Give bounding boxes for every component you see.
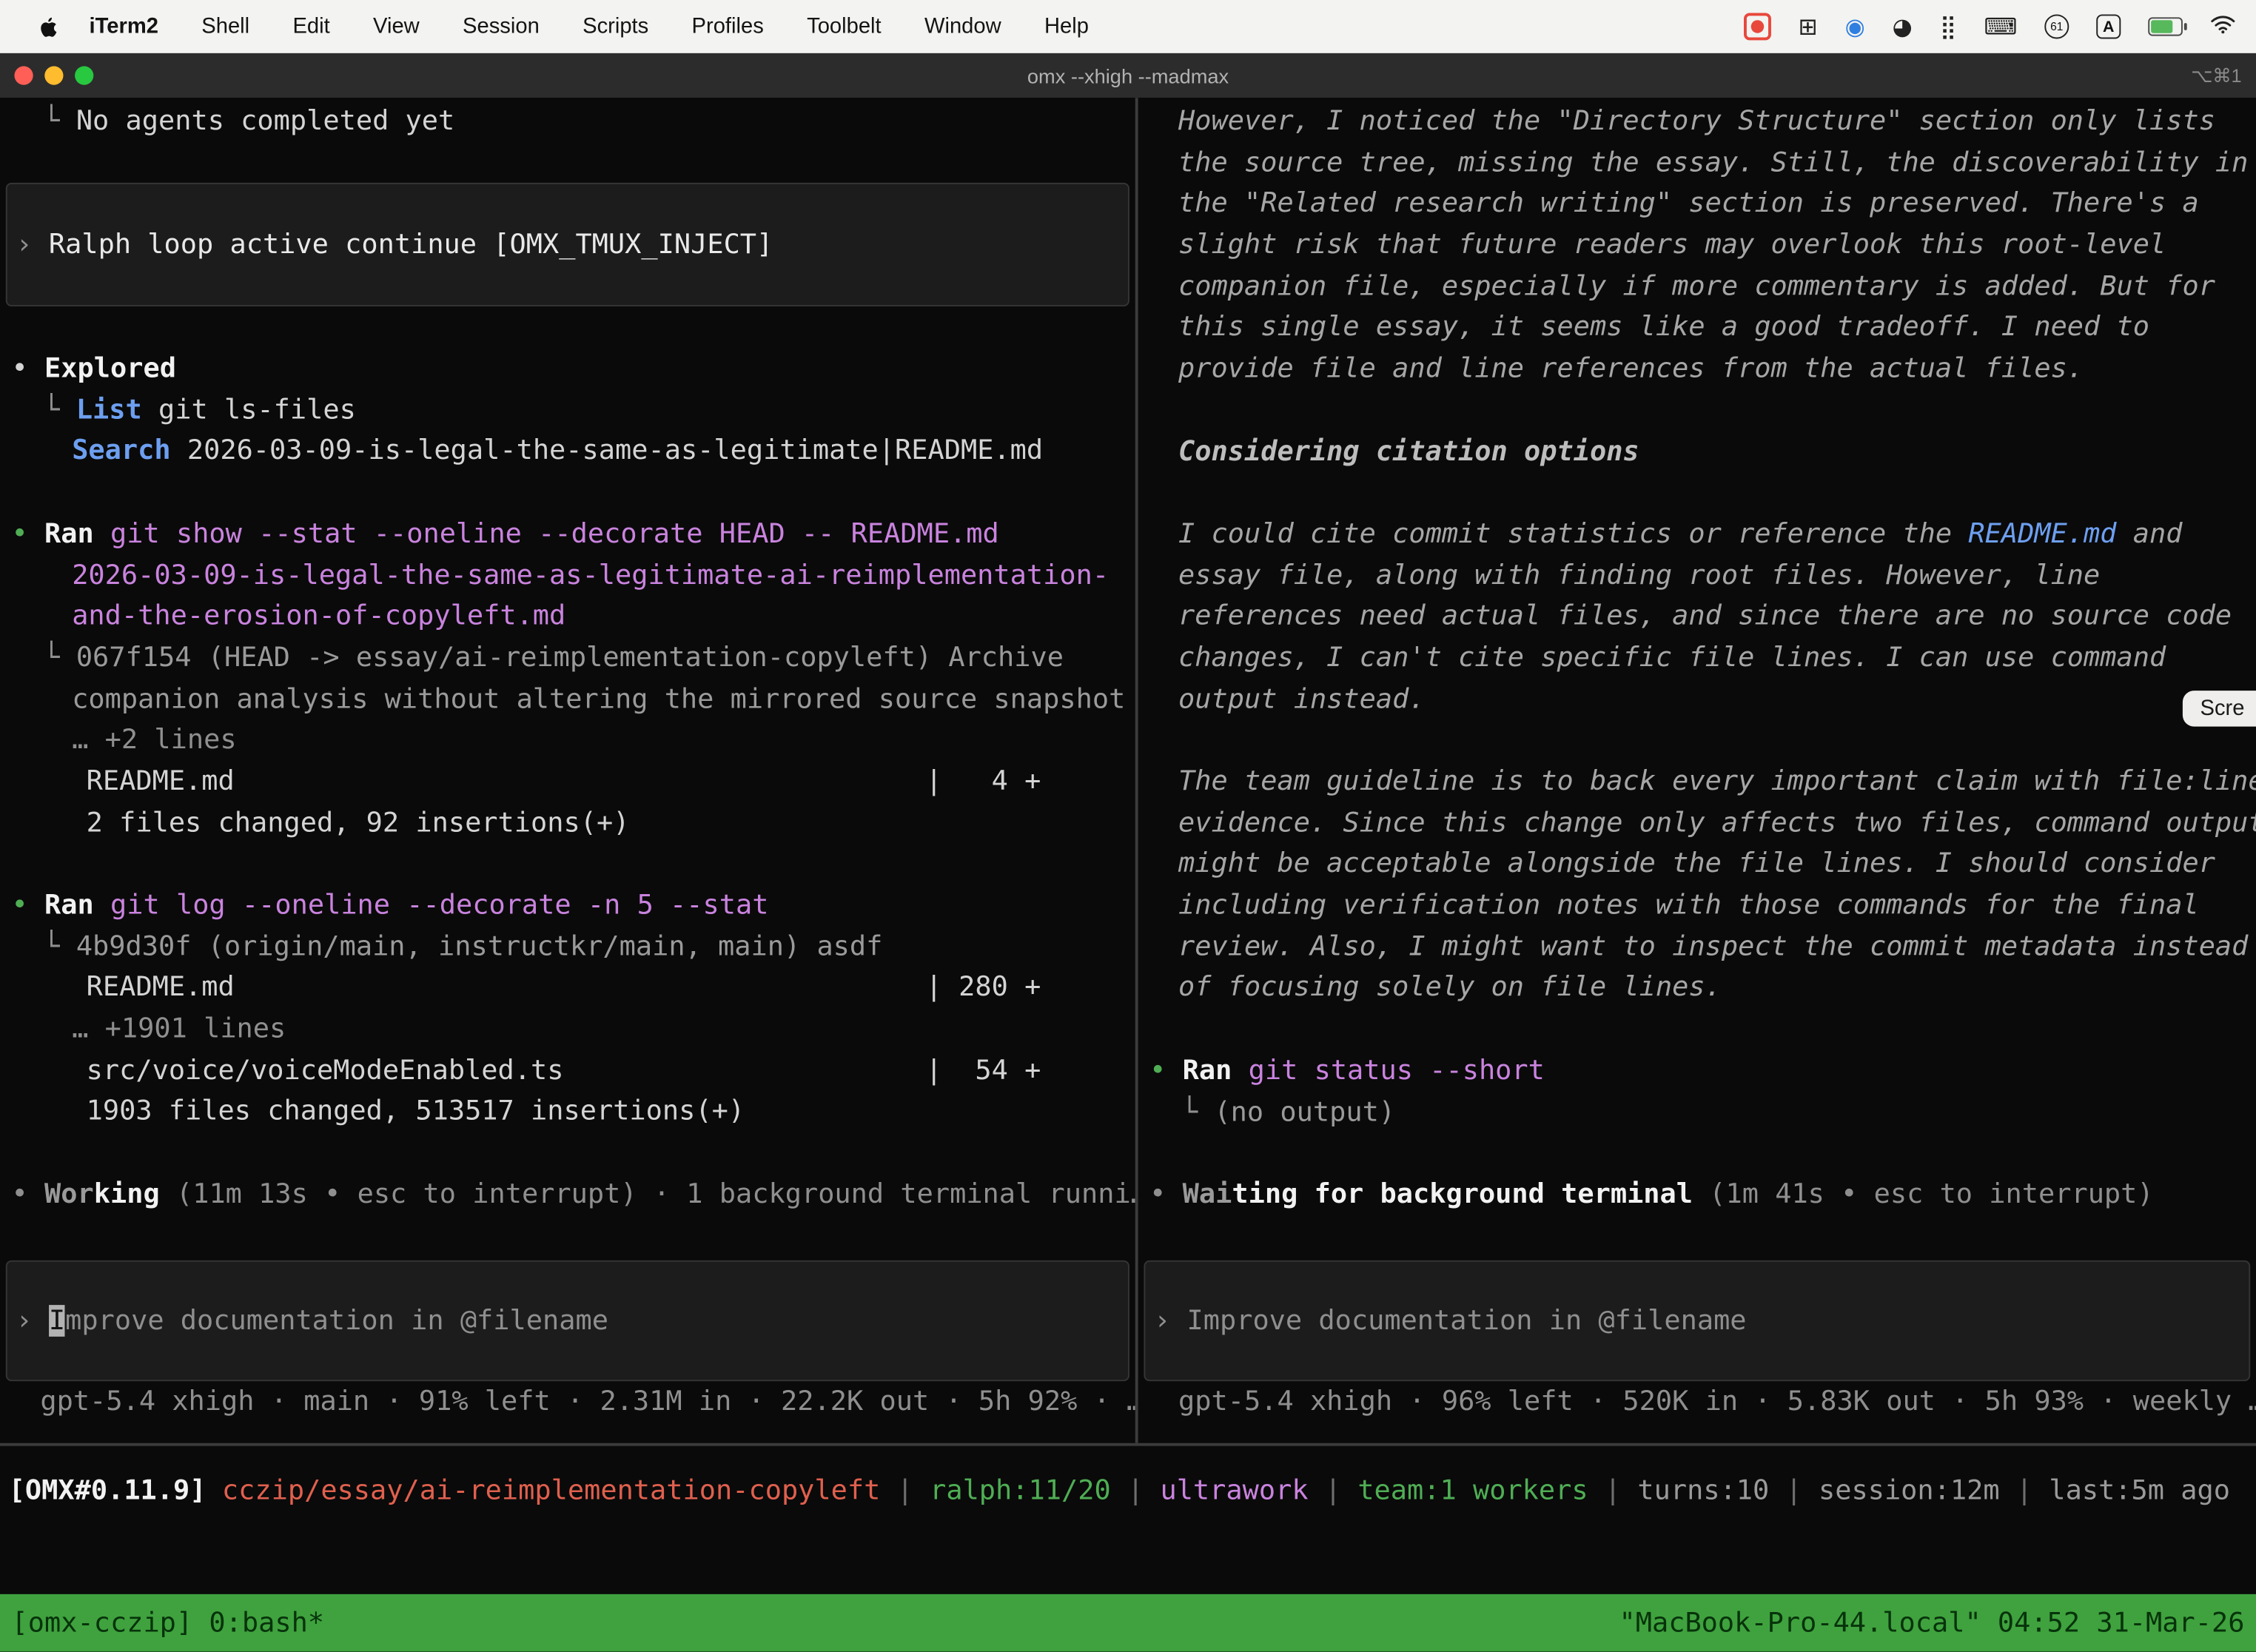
text-cursor: I (49, 1305, 65, 1337)
battery-percent-gauge-icon[interactable]: 61 (2044, 14, 2069, 38)
wifi-icon[interactable] (2210, 13, 2236, 39)
thinking-line: I could cite commit statistics or refere… (1138, 514, 2256, 555)
thinking-line: of focusing solely on file lines. (1138, 967, 2256, 1009)
screen-recording-indicator-icon[interactable] (1744, 13, 1771, 40)
omx-team: team:1 workers (1357, 1474, 1588, 1506)
menu-edit[interactable]: Edit (271, 14, 352, 38)
thinking-line: including verification notes with those … (1138, 885, 2256, 927)
blue-app-icon[interactable]: ◉ (1845, 15, 1865, 38)
explored-list-line: └ List git ls-files (0, 389, 1135, 431)
battery-icon[interactable] (2148, 17, 2183, 36)
menu-shell[interactable]: Shell (180, 14, 271, 38)
menu-window[interactable]: Window (903, 14, 1023, 38)
show-diffstat-summary: 2 files changed, 92 insertions(+) (0, 802, 1135, 844)
tmux-pane-left[interactable]: └ No agents completed yet › Ralph loop a… (0, 98, 1135, 1443)
apple-icon (38, 15, 61, 38)
ran-git-show-line: • Ran git show --stat --oneline --decora… (0, 514, 1135, 555)
thinking-line: evidence. Since this change only affects… (1138, 802, 2256, 844)
log-more-lines: … +1901 lines (0, 1009, 1135, 1050)
terminal-panes: └ No agents completed yet › Ralph loop a… (0, 98, 2256, 1446)
show-diffstat-line: README.md | 4 + (0, 761, 1135, 802)
menu-bar: iTerm2 Shell Edit View Session Scripts P… (0, 0, 2256, 53)
thinking-line: The team guideline is to back every impo… (1138, 761, 2256, 802)
menu-profiles[interactable]: Profiles (670, 14, 785, 38)
keyboard-app-icon[interactable]: ⌨ (1984, 15, 2017, 38)
menu-session[interactable]: Session (441, 14, 561, 38)
ran-git-log-line: • Ran git log --oneline --decorate -n 5 … (0, 884, 1135, 926)
close-button[interactable] (14, 66, 33, 84)
omx-session: session:12m (1819, 1474, 2000, 1506)
omx-status-line: [OMX#0.11.9] cczip/essay/ai-reimplementat… (9, 1471, 2230, 1511)
prompt-input-left[interactable]: › Improve documentation in @filename (6, 1260, 1129, 1381)
menu-app-name[interactable]: iTerm2 (78, 14, 180, 38)
round-app-icon[interactable]: ◕ (1893, 15, 1913, 38)
tmux-session-window[interactable]: [omx-cczip] 0:bash* (12, 1607, 324, 1639)
log-commit-line: └ 4b9d30f (origin/main, instructkr/main,… (0, 926, 1135, 967)
thinking-line: review. Also, I might want to inspect th… (1138, 926, 2256, 967)
thinking-line: However, I noticed the "Directory Struct… (1138, 101, 2256, 142)
log-diffstat-line: src/voice/voiceModeEnabled.ts | 54 + (0, 1050, 1135, 1092)
ran-git-status-line: • Ran git status --short (1138, 1050, 2256, 1092)
prompt-input-left-line[interactable]: › Improve documentation in @filename (7, 1300, 608, 1342)
waiting-status-line: • Waiting for background terminal (1m 41… (1138, 1174, 2256, 1215)
thinking-line: provide file and line references from th… (1138, 349, 2256, 390)
apple-menu[interactable] (20, 15, 78, 38)
window-title: omx --xhigh --madmax (0, 64, 2256, 87)
omx-last: last:5m ago (2049, 1474, 2230, 1506)
thinking-line: essay file, along with finding root file… (1138, 554, 2256, 596)
agents-note-line: └ No agents completed yet (0, 101, 1135, 142)
status-output-line: └ (no output) (1138, 1091, 2256, 1132)
screen-indicator-tooltip: Scre (2183, 691, 2256, 727)
omx-branch: cczip/essay/ai-reimplementation-copyleft (222, 1474, 880, 1506)
menu-help[interactable]: Help (1023, 14, 1110, 38)
thinking-line: might be acceptable alongside the file l… (1138, 844, 2256, 885)
thinking-line: output instead. (1138, 679, 2256, 720)
screen: iTerm2 Shell Edit View Session Scripts P… (0, 0, 2256, 1652)
log-diffstat-summary: 1903 files changed, 513517 insertions(+) (0, 1091, 1135, 1132)
thinking-line: references need actual files, and since … (1138, 596, 2256, 637)
apps-grid-icon[interactable]: ⣿ (1940, 15, 1957, 38)
model-status-left: gpt-5.4 xhigh · main · 91% left · 2.31M … (0, 1382, 1135, 1423)
menu-toolbelt[interactable]: Toolbelt (785, 14, 903, 38)
omx-turns: turns:10 (1637, 1474, 1769, 1506)
menu-scripts[interactable]: Scripts (561, 14, 670, 38)
ralph-inject-banner: › Ralph loop active continue [OMX_TMUX_I… (6, 184, 1129, 307)
menu-status-icons: ⊞ ◉ ◕ ⣿ ⌨ 61 A (1744, 13, 2236, 40)
show-filename-line: 2026-03-09-is-legal-the-same-as-legitima… (0, 554, 1135, 596)
tab-shortcut: ⌥⌘1 (2191, 64, 2241, 87)
menu-view[interactable]: View (352, 14, 441, 38)
thinking-line: the source tree, missing the essay. Stil… (1138, 142, 2256, 184)
log-diffstat-line: README.md | 280 + (0, 967, 1135, 1009)
show-commit-line: └ 067f154 (HEAD -> essay/ai-reimplementa… (0, 637, 1135, 679)
thinking-heading: Considering citation options (1138, 431, 2256, 472)
prompt-input-right[interactable]: › Improve documentation in @filename (1144, 1260, 2250, 1381)
omx-mode: ultrawork (1160, 1474, 1308, 1506)
tmux-host-clock: "MacBook-Pro-44.local" 04:52 31-Mar-26 (1619, 1607, 2244, 1639)
explored-search-line: Search 2026-03-09-is-legal-the-same-as-l… (0, 431, 1135, 472)
explored-header-line: • Explored (0, 349, 1135, 390)
model-status-right: gpt-5.4 xhigh · 96% left · 520K in · 5.8… (1138, 1382, 2256, 1423)
tmux-pane-right[interactable]: However, I noticed the "Directory Struct… (1138, 98, 2256, 1443)
omx-version: [OMX#0.11.9] (9, 1474, 207, 1506)
minimize-button[interactable] (44, 66, 63, 84)
input-source-icon[interactable]: A (2096, 14, 2121, 38)
readme-link: README.md (1968, 518, 2116, 550)
working-status-line: • Working (11m 13s • esc to interrupt) ·… (0, 1174, 1135, 1215)
thinking-line: changes, I can't cite specific file line… (1138, 637, 2256, 679)
zoom-button[interactable] (75, 66, 93, 84)
tmux-status-bar: [omx-cczip] 0:bash* "MacBook-Pro-44.loca… (0, 1594, 2256, 1652)
show-commit-line: companion analysis without altering the … (0, 679, 1135, 720)
window-title-bar: omx --xhigh --madmax ⌥⌘1 (0, 53, 2256, 99)
thinking-line: this single essay, it seems like a good … (1138, 307, 2256, 349)
ralph-banner-line: › Ralph loop active continue [OMX_TMUX_I… (7, 224, 773, 266)
grid-app-icon[interactable]: ⊞ (1799, 15, 1818, 38)
thinking-line: the "Related research writing" section i… (1138, 184, 2256, 225)
thinking-line: slight risk that future readers may over… (1138, 224, 2256, 266)
omx-ralph-counter: ralph:11/20 (930, 1474, 1111, 1506)
prompt-input-right-line[interactable]: › Improve documentation in @filename (1145, 1300, 1746, 1342)
thinking-line: companion file, especially if more comme… (1138, 266, 2256, 307)
show-more-lines: … +2 lines (0, 719, 1135, 761)
show-filename-line: and-the-erosion-of-copyleft.md (0, 596, 1135, 637)
